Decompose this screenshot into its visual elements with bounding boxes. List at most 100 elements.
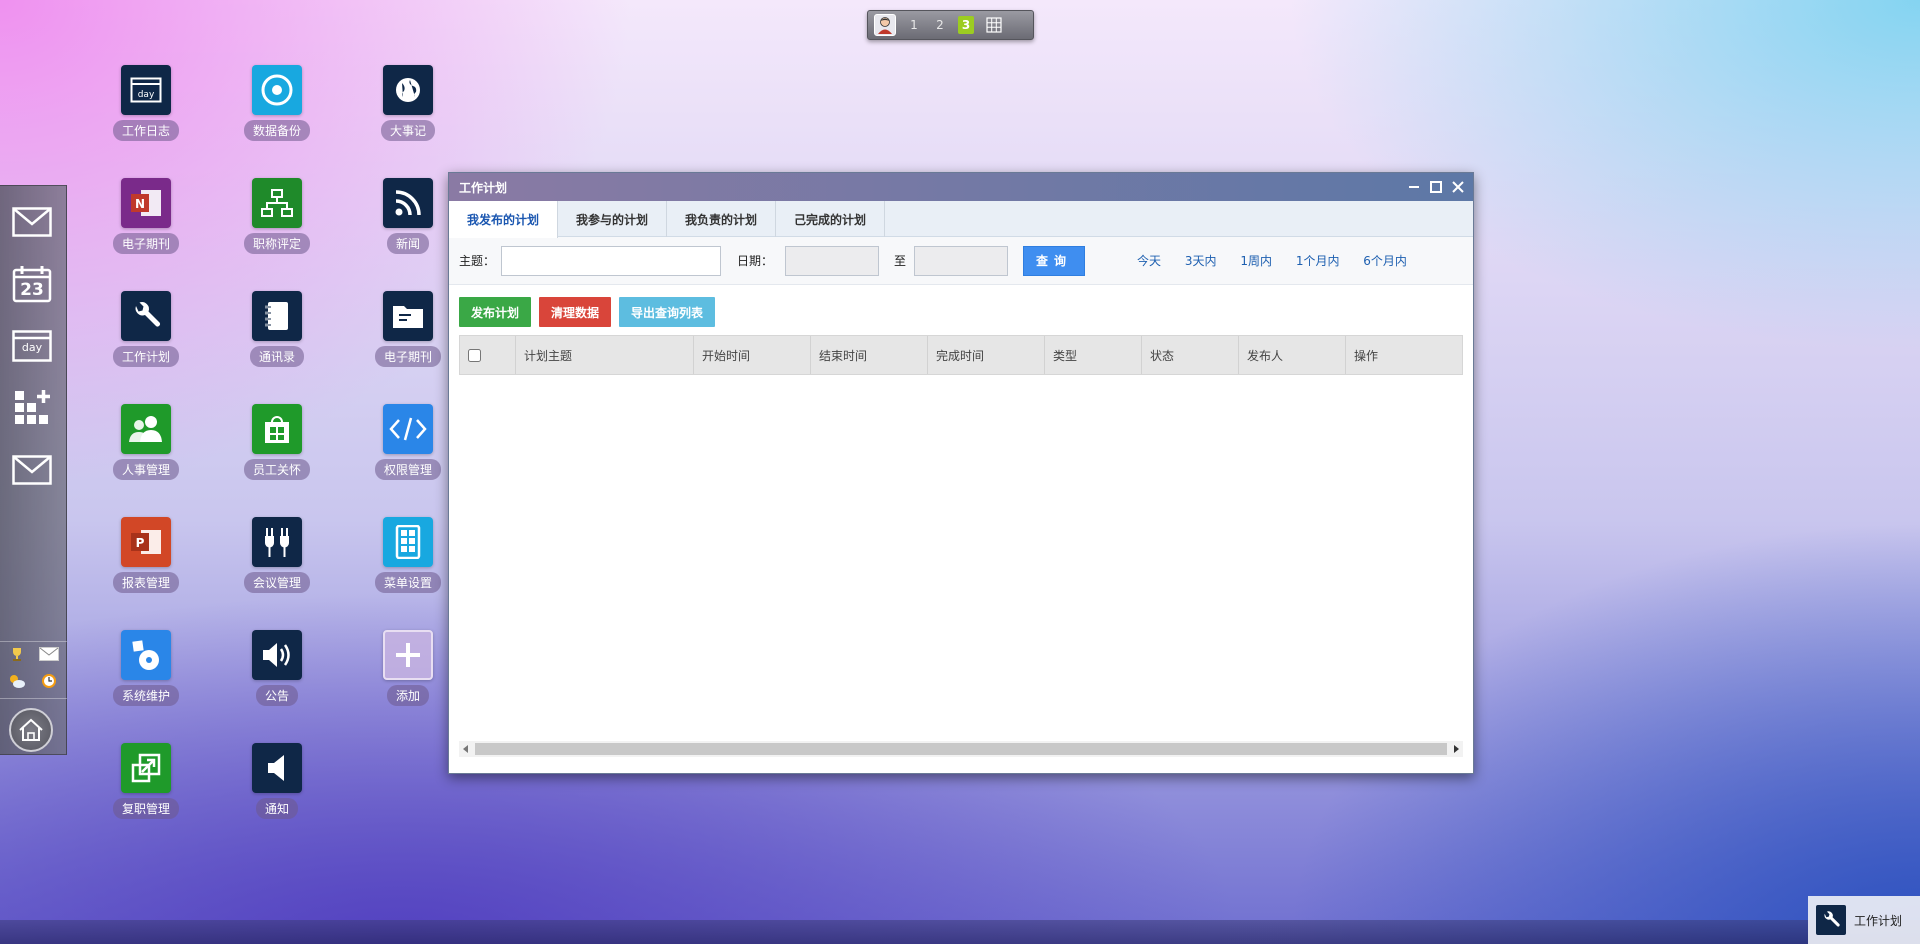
plan-table-header: 计划主题 开始时间 结束时间 完成时间 类型 状态 发布人 操作 <box>459 335 1463 375</box>
subject-input[interactable] <box>501 245 722 276</box>
mail-icon <box>12 455 52 485</box>
pager-page-1[interactable]: 1 <box>906 18 922 32</box>
select-all-cell <box>460 336 516 374</box>
desktop-icon-work-plan[interactable]: 工作计划 <box>91 291 201 367</box>
start-date-input[interactable] <box>785 245 880 276</box>
desktop-icon-meeting-management[interactable]: 会议管理 <box>222 517 332 593</box>
desktop-icon-label: 通知 <box>255 798 298 819</box>
desktop-icon-chronicle[interactable]: 大事记 <box>353 65 463 141</box>
column-header[interactable]: 类型 <box>1045 336 1142 374</box>
desktop-icon-label: 职称评定 <box>243 233 310 254</box>
desktop-icon-reinstatement-management[interactable]: 复职管理 <box>91 743 201 819</box>
desktop-icon-data-backup[interactable]: 数据备份 <box>222 65 332 141</box>
search-button[interactable]: 查询 <box>1023 245 1086 276</box>
desktop-icon-news[interactable]: 新闻 <box>353 178 463 254</box>
dock-mail-2-button[interactable] <box>10 448 54 492</box>
work-plan-window: 工作计划 我发布的计划 我参与的计划 我负责的计划 己完成的计划 主题： 日期：… <box>448 172 1474 774</box>
desktop-icon-label: 新闻 <box>386 233 429 254</box>
desktop-icon-menu-settings[interactable]: 菜单设置 <box>353 517 463 593</box>
desktop-icon-add[interactable]: 添加 <box>353 630 463 706</box>
desktop-icon-label: 复职管理 <box>112 798 179 819</box>
to-label: 至 <box>894 254 907 268</box>
dock-day-button[interactable]: day <box>10 324 54 368</box>
column-header[interactable]: 结束时间 <box>811 336 928 374</box>
envelope-icon[interactable] <box>36 643 62 665</box>
desktop-icon-hr-management[interactable]: 人事管理 <box>91 404 201 480</box>
quick-range-today[interactable]: 今天 <box>1137 254 1161 268</box>
tab-my-responsible[interactable]: 我负责的计划 <box>667 201 777 237</box>
minimize-icon[interactable] <box>1405 178 1423 196</box>
wrench-icon <box>121 291 171 341</box>
scrollbar-thumb[interactable] <box>475 743 1447 755</box>
desktop-icon-label: 大事记 <box>380 120 435 141</box>
column-header[interactable]: 完成时间 <box>928 336 1045 374</box>
select-all-checkbox[interactable] <box>468 348 481 362</box>
trophy-icon[interactable] <box>4 643 30 665</box>
calendar-day-number: 23 <box>20 280 44 300</box>
column-header[interactable]: 开始时间 <box>694 336 811 374</box>
window-controls <box>1405 178 1473 196</box>
column-header[interactable]: 状态 <box>1142 336 1239 374</box>
subject-label: 主题： <box>459 254 496 268</box>
desktop-icon-label: 菜单设置 <box>374 572 441 593</box>
svg-text:N: N <box>135 197 145 211</box>
tab-my-published[interactable]: 我发布的计划 <box>449 201 559 238</box>
desktop-icon-work-log[interactable]: day 工作日志 <box>91 65 201 141</box>
taskbar-item-work-plan[interactable]: 工作计划 <box>1808 896 1920 944</box>
column-header[interactable]: 操作 <box>1346 336 1462 374</box>
publish-plan-button[interactable]: 发布计划 <box>459 297 532 327</box>
desktop-pager: 1 2 3 <box>867 10 1034 40</box>
grid-icon[interactable] <box>984 15 1004 35</box>
wrench-icon <box>1816 905 1846 935</box>
weather-icon[interactable] <box>4 670 30 692</box>
desktop-icon-label: 添加 <box>386 685 429 706</box>
desktop-icon-label: 通讯录 <box>249 346 304 367</box>
window-titlebar[interactable]: 工作计划 <box>449 173 1473 201</box>
column-header[interactable]: 计划主题 <box>516 336 694 374</box>
dock-apps-button[interactable] <box>10 386 54 430</box>
clear-data-button[interactable]: 清理数据 <box>539 297 612 327</box>
maximize-icon[interactable] <box>1427 178 1445 196</box>
clock-icon[interactable] <box>36 670 62 692</box>
desktop-icon-employee-care[interactable]: 员工关怀 <box>222 404 332 480</box>
desktop-icon-permission-management[interactable]: 权限管理 <box>353 404 463 480</box>
quick-range-1month[interactable]: 1个月内 <box>1296 254 1340 268</box>
home-button[interactable] <box>9 708 53 752</box>
tab-my-participated[interactable]: 我参与的计划 <box>558 201 668 237</box>
pager-page-3[interactable]: 3 <box>958 16 974 34</box>
export-list-button[interactable]: 导出查询列表 <box>619 297 716 327</box>
end-date-input[interactable] <box>914 245 1009 276</box>
desktop-icon-contacts[interactable]: 通讯录 <box>222 291 332 367</box>
horizontal-scrollbar[interactable] <box>459 741 1463 757</box>
desktop-icon-label: 员工关怀 <box>243 459 310 480</box>
desktop-icon-notice[interactable]: 通知 <box>222 743 332 819</box>
quick-range-3days[interactable]: 3天内 <box>1185 254 1217 268</box>
tab-completed[interactable]: 己完成的计划 <box>776 201 886 237</box>
quick-range-1week[interactable]: 1周内 <box>1240 254 1272 268</box>
close-icon[interactable] <box>1449 178 1467 196</box>
pager-page-2[interactable]: 2 <box>932 18 948 32</box>
volume-icon <box>252 743 302 793</box>
quick-range-links: 今天 3天内 1周内 1个月内 6个月内 <box>1137 252 1427 269</box>
query-bar: 主题： 日期： 至 查询 今天 3天内 1周内 1个月内 6个月内 <box>449 237 1473 285</box>
scroll-left-icon[interactable] <box>459 741 473 757</box>
scroll-right-icon[interactable] <box>1449 741 1463 757</box>
dock-mail-button[interactable] <box>10 200 54 244</box>
desktop-icon-system-maintenance[interactable]: 系统维护 <box>91 630 201 706</box>
desktop-icon-e-journal-2[interactable]: 电子期刊 <box>353 291 463 367</box>
desktop-icon-announcement[interactable]: 公告 <box>222 630 332 706</box>
date-label: 日期： <box>737 254 774 268</box>
desktop-icon-report-management[interactable]: P 报表管理 <box>91 517 201 593</box>
user-avatar[interactable] <box>874 14 896 36</box>
mail-icon <box>12 207 52 237</box>
quick-range-6months[interactable]: 6个月内 <box>1363 254 1407 268</box>
dock-calendar-button[interactable]: 23 <box>10 262 54 306</box>
day-icon: day <box>121 65 171 115</box>
desktop-icon-e-journal[interactable]: N 电子期刊 <box>91 178 201 254</box>
column-header[interactable]: 发布人 <box>1239 336 1346 374</box>
svg-text:day: day <box>138 90 155 100</box>
desktop-icon-label: 电子期刊 <box>112 233 179 254</box>
desktop-icon-title-evaluation[interactable]: 职称评定 <box>222 178 332 254</box>
action-buttons: 发布计划 清理数据 导出查询列表 <box>449 285 1473 335</box>
people-icon <box>121 404 171 454</box>
